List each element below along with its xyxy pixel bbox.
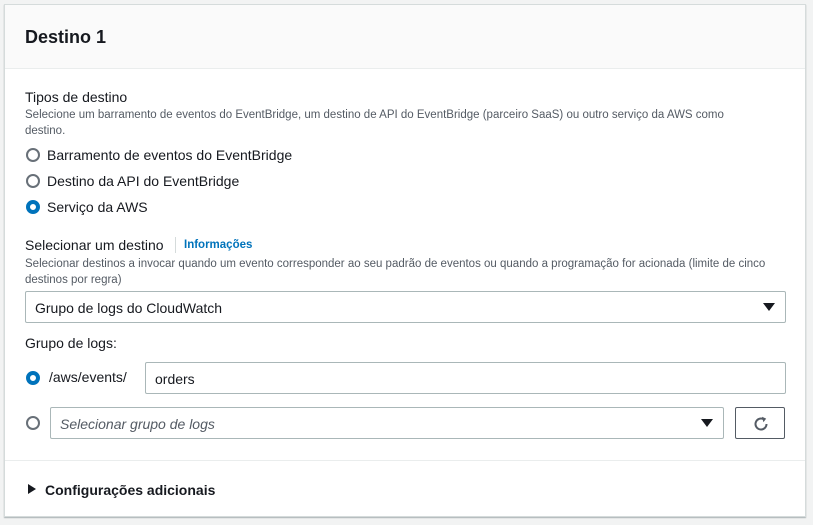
- target-service-select[interactable]: Grupo de logs do CloudWatch: [25, 291, 786, 323]
- target-service-value: Grupo de logs do CloudWatch: [35, 300, 223, 316]
- log-group-label: Grupo de logs:: [25, 335, 117, 351]
- section-divider: [5, 460, 805, 461]
- radio-existing-log-group[interactable]: [26, 416, 40, 430]
- refresh-icon: [754, 416, 768, 431]
- radio-eventbridge-bus[interactable]: [26, 148, 40, 162]
- log-group-select-placeholder: Selecionar grupo de logs: [60, 416, 215, 432]
- caret-down-icon: [701, 419, 713, 427]
- radio-new-log-group[interactable]: [26, 371, 40, 385]
- refresh-button[interactable]: [735, 407, 785, 439]
- label-divider: [175, 237, 176, 253]
- target-types-label: Tipos de destino: [25, 89, 128, 105]
- target-panel: Destino 1 Tipos de destino Selecione um …: [4, 4, 806, 517]
- radio-label: Destino da API do EventBridge: [47, 173, 240, 189]
- log-group-name-value: orders: [155, 371, 195, 387]
- caret-down-icon: [763, 303, 775, 311]
- info-link[interactable]: Informações: [184, 237, 252, 253]
- radio-aws-service[interactable]: [26, 200, 40, 214]
- target-types-description: Selecione um barramento de eventos do Ev…: [25, 109, 724, 137]
- log-group-name-input[interactable]: orders: [145, 362, 786, 394]
- panel-header: Destino 1: [5, 5, 805, 69]
- radio-label: Serviço da AWS: [47, 199, 148, 215]
- additional-settings-label: Configurações adicionais: [45, 482, 216, 498]
- caret-right-icon: [28, 484, 36, 494]
- select-target-label: Selecionar um destino: [25, 237, 164, 253]
- log-group-prefix: /aws/events/: [49, 369, 127, 385]
- panel-title: Destino 1: [25, 27, 107, 47]
- select-target-description: Selecionar destinos a invocar quando um …: [25, 258, 766, 286]
- radio-api-destination[interactable]: [26, 174, 40, 188]
- log-group-select[interactable]: Selecionar grupo de logs: [50, 407, 724, 439]
- radio-label: Barramento de eventos do EventBridge: [47, 147, 293, 163]
